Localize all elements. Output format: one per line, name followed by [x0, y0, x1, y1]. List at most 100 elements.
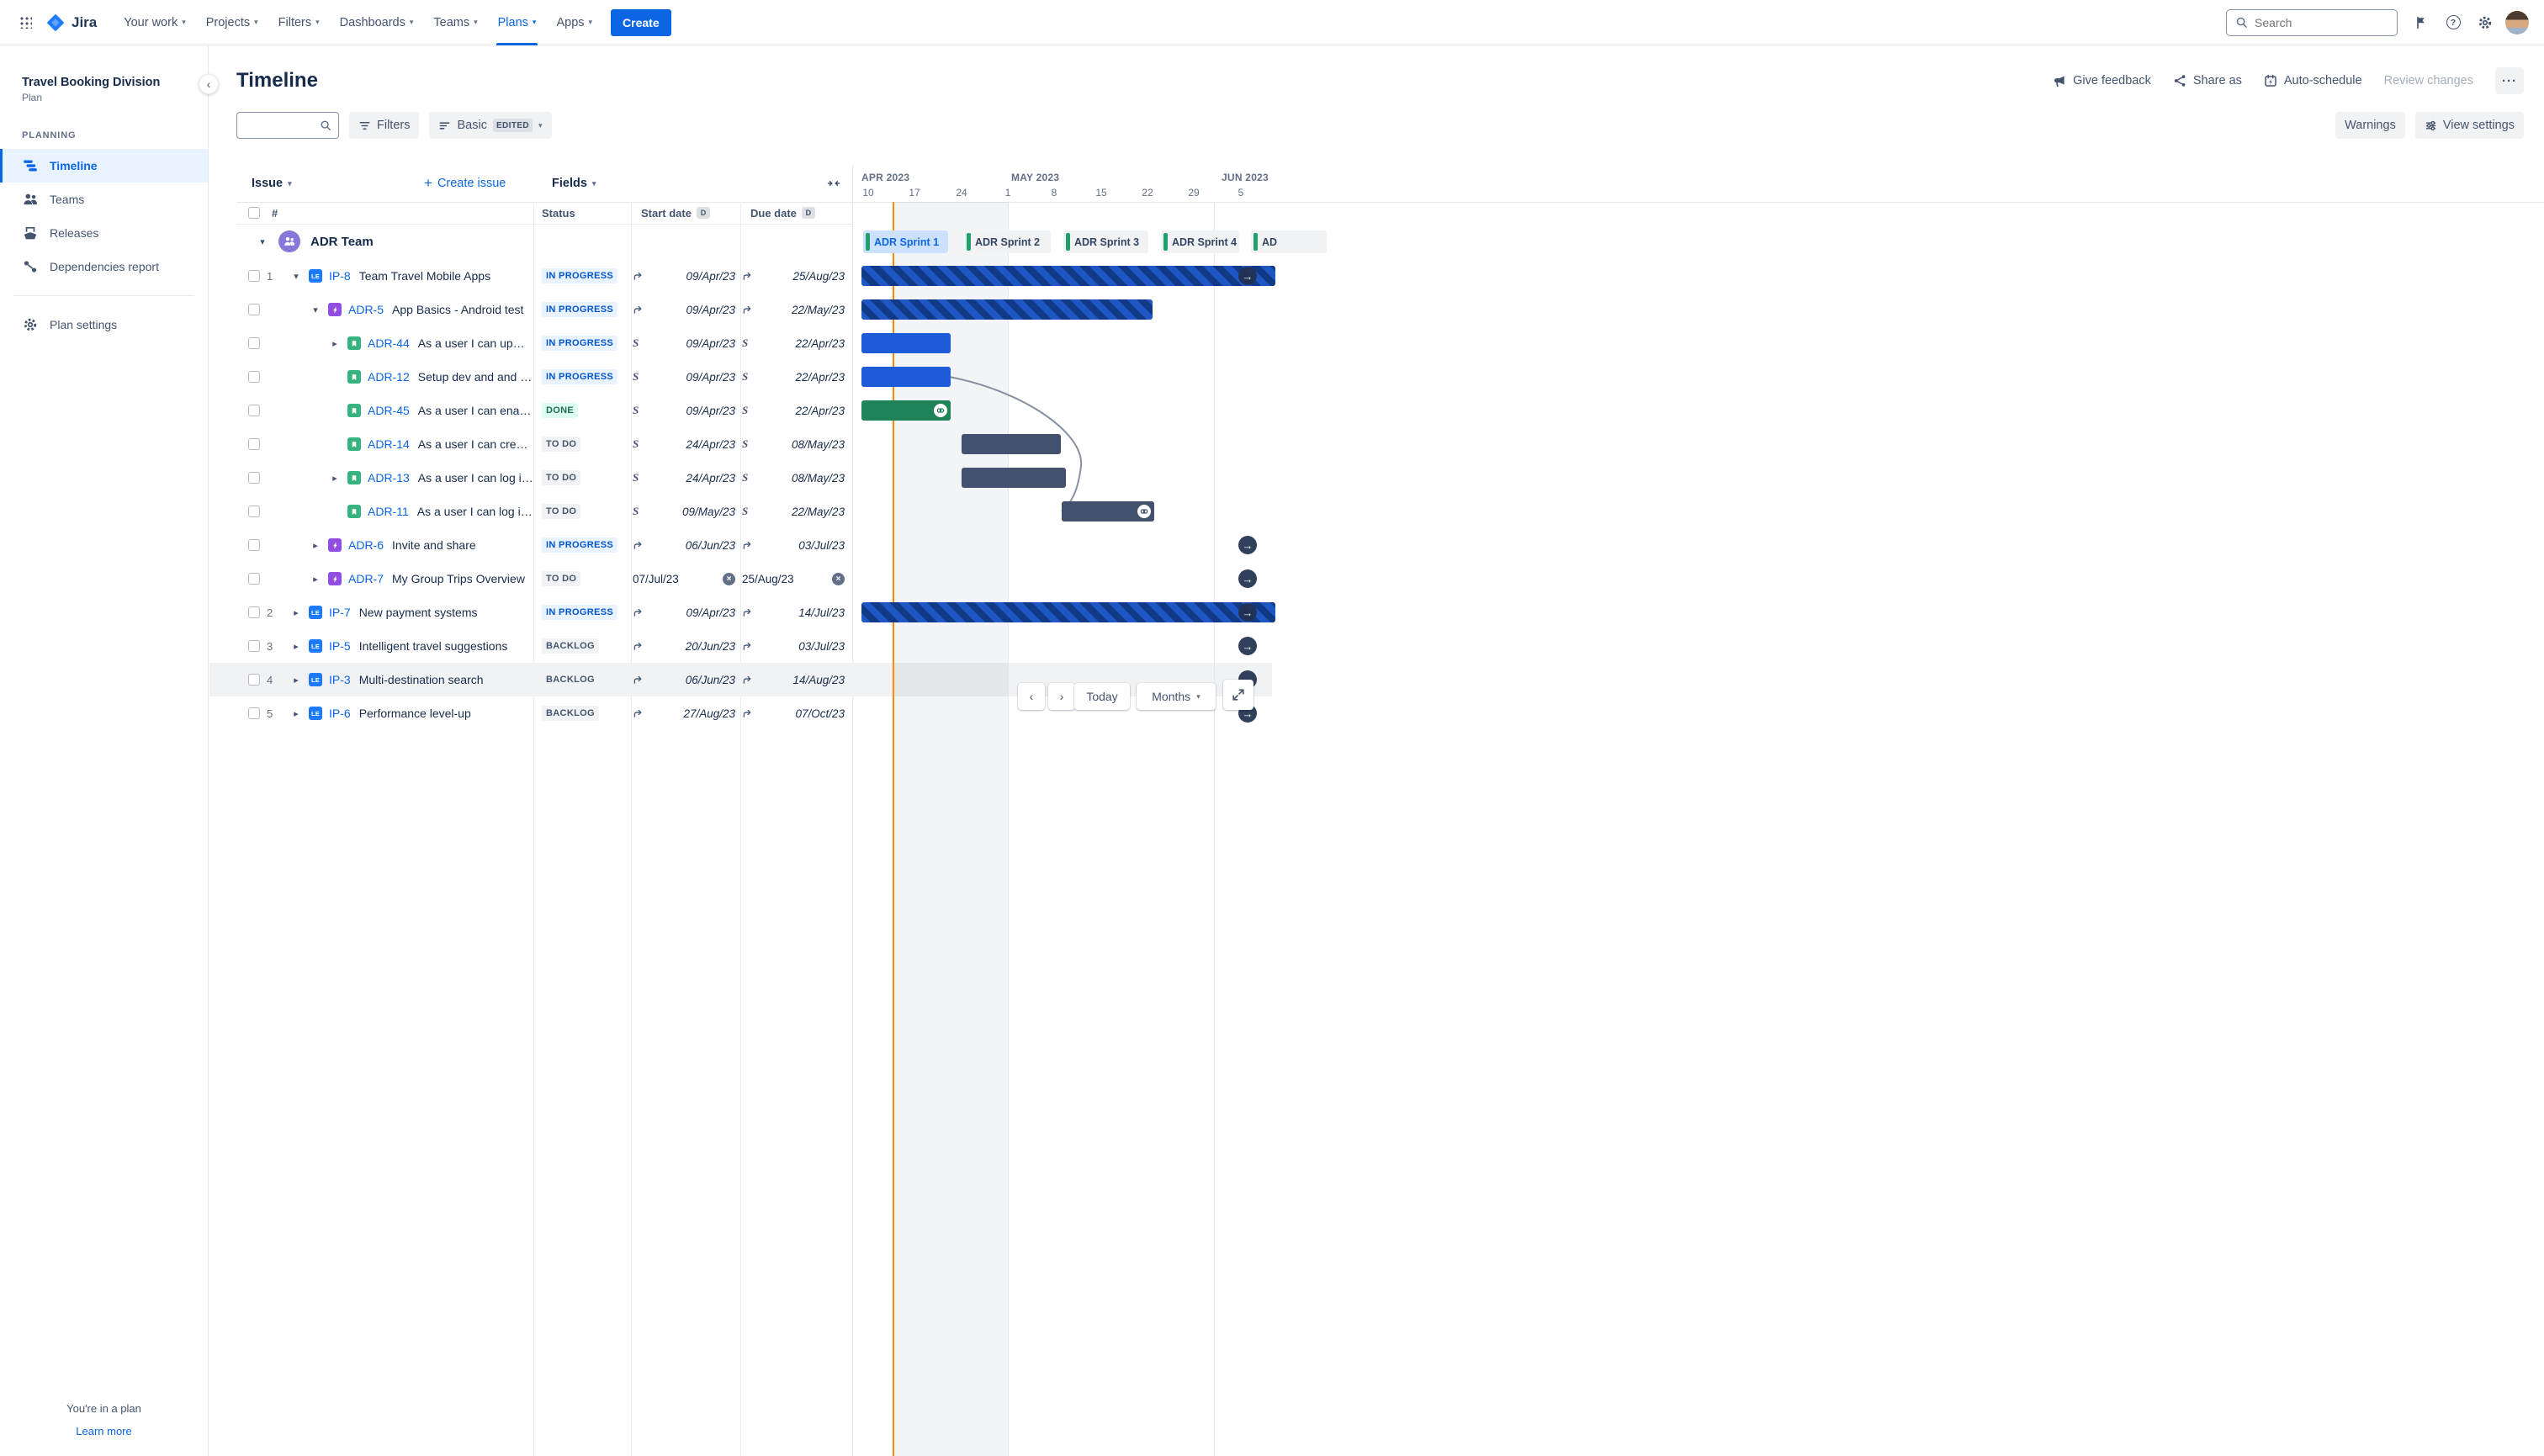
nav-item-dashboards[interactable]: Dashboards ▾	[330, 0, 424, 45]
avatar[interactable]	[2504, 9, 2531, 36]
auto-schedule-button[interactable]: Auto-schedule	[2264, 74, 2362, 87]
sprint-bar[interactable]: ADR Sprint 4	[1161, 230, 1239, 253]
due-date-cell[interactable]: 25/Aug/23 ×	[742, 562, 845, 596]
gantt-bar-IP-8[interactable]	[861, 266, 1275, 286]
status-cell[interactable]: IN PROGRESS	[542, 596, 618, 629]
expander-down[interactable]: ▾	[257, 236, 268, 247]
dependency-link-icon[interactable]	[934, 404, 947, 417]
issue-key[interactable]: ADR-12	[368, 370, 410, 384]
status-cell[interactable]: IN PROGRESS	[542, 360, 618, 394]
start-date-cell[interactable]: S 09/Apr/23	[633, 326, 735, 360]
sprint-bar[interactable]: ADR Sprint 1	[863, 230, 948, 253]
due-date-cell[interactable]: S 08/May/23	[742, 461, 845, 495]
start-date-cell[interactable]: S 09/Apr/23	[633, 360, 735, 394]
issue-row-ADR-14[interactable]: ADR-14 As a user I can cre… TO DO S 24/Apr/2…	[209, 427, 1272, 461]
status-cell[interactable]: TO DO	[542, 562, 581, 596]
jump-to-bar-arrow[interactable]: →	[1238, 569, 1257, 588]
sidebar-item-teams[interactable]: Teams	[0, 183, 208, 216]
give-feedback-button[interactable]: Give feedback	[2052, 74, 2151, 88]
due-date-cell[interactable]: 14/Aug/23	[742, 663, 845, 696]
issue-row-ADR-7[interactable]: ▸ ADR-7 My Group Trips Overview TO DO 07/Jul…	[209, 562, 1272, 596]
start-date-cell[interactable]: 06/Jun/23	[633, 663, 735, 696]
status-cell[interactable]: DONE	[542, 394, 579, 427]
status-cell[interactable]: BACKLOG	[542, 629, 599, 663]
warnings-button[interactable]: Warnings	[2335, 112, 2405, 139]
due-date-cell[interactable]: 03/Jul/23	[742, 629, 845, 663]
sidebar-item-timeline[interactable]: Timeline	[0, 149, 208, 183]
status-cell[interactable]: TO DO	[542, 427, 581, 461]
expander-right-icon[interactable]: ▸	[310, 574, 321, 585]
row-checkbox[interactable]	[248, 674, 260, 686]
status-cell[interactable]: BACKLOG	[542, 696, 599, 730]
issue-key[interactable]: ADR-44	[368, 336, 410, 350]
start-date-cell[interactable]: 07/Jul/23 ×	[633, 562, 735, 596]
timeline-search-input[interactable]	[244, 119, 316, 132]
create-button[interactable]: Create	[611, 8, 671, 36]
today-button[interactable]: Today	[1074, 683, 1130, 710]
row-checkbox[interactable]	[248, 640, 260, 652]
expander-right-icon[interactable]: ▸	[290, 641, 302, 652]
learn-more-link[interactable]: Learn more	[0, 1425, 208, 1437]
due-date-cell[interactable]: 07/Oct/23	[742, 696, 845, 730]
due-date-cell[interactable]: 14/Jul/23	[742, 596, 845, 629]
start-date-cell[interactable]: 27/Aug/23	[633, 696, 735, 730]
gantt-bar-ADR-14[interactable]	[962, 434, 1061, 454]
row-checkbox[interactable]	[248, 707, 260, 719]
issue-key[interactable]: IP-8	[329, 269, 351, 283]
row-checkbox[interactable]	[248, 539, 260, 551]
expander-right-icon[interactable]: ▸	[329, 473, 341, 484]
due-date-cell[interactable]: S 22/Apr/23	[742, 326, 845, 360]
issue-row-ADR-45[interactable]: ADR-45 As a user I can ena… DONE S 09/Apr/23…	[209, 394, 1272, 427]
nav-item-your-work[interactable]: Your work ▾	[114, 0, 195, 45]
fullscreen-button[interactable]	[1223, 680, 1253, 710]
view-mode-button[interactable]: Basic EDITED ▾	[429, 112, 552, 139]
expander-down-icon[interactable]: ▾	[290, 271, 302, 282]
due-date-cell[interactable]: S 22/Apr/23	[742, 360, 845, 394]
row-checkbox[interactable]	[248, 472, 260, 484]
sidebar-item-plan-settings[interactable]: Plan settings	[0, 308, 208, 341]
expander-down-icon[interactable]: ▾	[310, 304, 321, 315]
jump-to-bar-arrow[interactable]: →	[1238, 603, 1257, 622]
gantt-bar-ADR-11[interactable]	[1062, 501, 1154, 522]
sprint-bar[interactable]: ADR Sprint 3	[1063, 230, 1148, 253]
status-cell[interactable]: BACKLOG	[542, 663, 599, 696]
review-changes-button[interactable]: Review changes	[2384, 74, 2473, 87]
start-date-cell[interactable]: 09/Apr/23	[633, 259, 735, 293]
start-date-cell[interactable]: 06/Jun/23	[633, 528, 735, 562]
sprint-bar[interactable]: ADR Sprint 2	[964, 230, 1051, 253]
issue-key[interactable]: ADR-14	[368, 437, 410, 451]
start-date-cell[interactable]: 09/Apr/23	[633, 596, 735, 629]
status-cell[interactable]: IN PROGRESS	[542, 528, 618, 562]
issue-key[interactable]: IP-3	[329, 673, 351, 686]
row-checkbox[interactable]	[248, 270, 260, 282]
nav-item-teams[interactable]: Teams ▾	[423, 0, 487, 45]
due-date-cell[interactable]: S 08/May/23	[742, 427, 845, 461]
expander-right-icon[interactable]: ▸	[290, 675, 302, 686]
share-as-button[interactable]: Share as	[2173, 74, 2242, 87]
expander-right-icon[interactable]: ▸	[310, 540, 321, 551]
expander-right-icon[interactable]: ▸	[329, 338, 341, 349]
row-checkbox[interactable]	[248, 506, 260, 517]
status-cell[interactable]: TO DO	[542, 495, 581, 528]
gear-icon[interactable]	[2472, 9, 2499, 36]
start-date-cell[interactable]: S 24/Apr/23	[633, 461, 735, 495]
due-date-cell[interactable]: S 22/May/23	[742, 495, 845, 528]
clear-date-icon[interactable]: ×	[832, 572, 845, 585]
app-switcher-icon[interactable]	[13, 9, 40, 36]
status-cell[interactable]: IN PROGRESS	[542, 259, 618, 293]
nav-item-plans[interactable]: Plans ▾	[488, 0, 547, 45]
dependency-link-icon[interactable]	[1137, 505, 1151, 518]
issue-row-ADR-13[interactable]: ▸ ADR-13 As a user I can log i… TO DO S 24/Ap…	[209, 461, 1272, 495]
timeline-search[interactable]	[236, 112, 339, 139]
scroll-left-button[interactable]: ‹	[1018, 683, 1045, 710]
jump-to-bar-arrow[interactable]: →	[1238, 637, 1257, 655]
issue-row-ADR-6[interactable]: ▸ ADR-6 Invite and share IN PROGRESS 06/Jun/…	[209, 528, 1272, 562]
status-cell[interactable]: IN PROGRESS	[542, 293, 618, 326]
row-checkbox[interactable]	[248, 304, 260, 315]
row-checkbox[interactable]	[248, 405, 260, 416]
row-checkbox[interactable]	[248, 337, 260, 349]
gantt-bar-ADR-5[interactable]	[861, 299, 1153, 320]
row-checkbox[interactable]	[248, 606, 260, 618]
zoom-level-dropdown[interactable]: Months ▾	[1137, 683, 1216, 710]
view-settings-button[interactable]: View settings	[2414, 112, 2524, 139]
